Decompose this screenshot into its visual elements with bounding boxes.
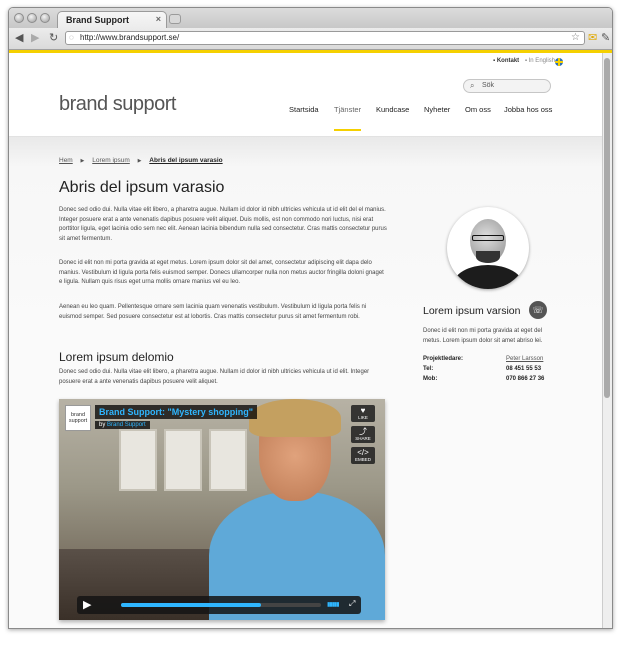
video-author-link[interactable]: Brand Support [107,422,146,428]
main-content: Hem ▶ Lorem ipsum ▶ Abris del ipsum vara… [9,137,603,628]
contact-label: Mob: [423,376,438,382]
video-channel-logo[interactable]: brand support [65,405,91,431]
contact-person-link[interactable]: Peter Larsson [506,356,543,362]
video-scene-window [209,429,247,491]
embed-label: EMBED [354,457,371,462]
mail-icon[interactable]: ✉ [588,31,597,44]
contact-label: Tel: [423,366,434,372]
nav-item-startsida[interactable]: Startsida [289,105,319,114]
body-paragraph: Donec id elit non mi porta gravida at eg… [59,260,384,285]
page-icon: ◌ [69,33,74,42]
like-button[interactable]: ♥ LIKE [351,405,375,422]
scrollbar-thumb[interactable] [604,58,610,398]
section-paragraph: Donec sed odio dui. Nulla vitae elit lib… [59,369,370,385]
tab-title: Brand Support [66,15,129,25]
video-byline: by Brand Support [95,421,150,429]
nav-item-tjanster[interactable]: Tjänster [334,105,362,131]
page-title: Abris del ipsum varasio [59,179,225,196]
section-title: Lorem ipsum delomio [59,350,174,364]
video-controls: ▶ ▮▮▮▮▮ ⤢ [77,596,361,614]
close-window-button[interactable] [14,13,24,23]
video-scene-window [164,429,202,491]
minimize-window-button[interactable] [27,13,37,23]
star-icon[interactable]: ☆ [571,32,580,43]
reload-icon[interactable]: ↻ [49,31,58,44]
site-logo[interactable]: brand support [59,93,176,116]
contact-link[interactable]: Kontakt [497,58,519,64]
like-label: LIKE [358,415,368,420]
browser-window: Brand Support × ◀ ▶ ↻ ◌ http://www.brand… [8,7,613,629]
video-title[interactable]: Brand Support: "Mystery shopping" [95,405,258,419]
play-icon[interactable]: ▶ [83,598,91,611]
video-frame [59,399,385,620]
breadcrumb-arrow-icon: ▶ [80,158,85,164]
avatar [447,207,529,289]
webpage: ▪ Kontakt ▪ In English ⌕ Sök brand suppo… [9,53,603,628]
top-links: ▪ Kontakt ▪ In English [493,58,555,64]
breadcrumb-home[interactable]: Hem [59,157,73,164]
volume-icon[interactable]: ▮▮▮▮▮ [327,601,339,608]
wrench-icon[interactable]: ✎ [601,31,610,44]
nav-item-nyheter[interactable]: Nyheter [424,105,450,114]
search-input[interactable]: ⌕ Sök [463,79,551,93]
embed-button[interactable]: </> EMBED [351,447,375,464]
contact-phone: 08 451 55 53 [506,366,542,372]
sidebar-text: Donec id elit non mi porta gravida at eg… [423,328,543,344]
fullscreen-icon[interactable]: ⤢ [349,599,355,609]
avatar-body [453,265,523,289]
breadcrumb-arrow-icon: ▶ [137,158,142,164]
share-button[interactable]: ⤴ SHARE [351,426,375,443]
avatar-beard [476,251,500,263]
forward-arrow-icon[interactable]: ▶ [31,31,39,44]
phone-icon: ☏ [529,301,547,319]
nav-item-jobba-hos-oss[interactable]: Jobba hos oss [504,105,552,114]
english-link[interactable]: ▪ In English [525,58,555,64]
search-placeholder: Sök [482,82,495,89]
contact-mobile: 070 866 27 36 [506,376,545,382]
zoom-window-button[interactable] [40,13,50,23]
code-icon: </> [357,448,369,457]
breadcrumb: Hem ▶ Lorem ipsum ▶ Abris del ipsum vara… [59,157,223,164]
vertical-scrollbar[interactable] [602,53,612,628]
progress-bar[interactable] [121,603,321,607]
video-player[interactable]: brand support Brand Support: "Mystery sh… [59,399,385,620]
video-by-label: by [99,422,106,428]
breadcrumb-current: Abris del ipsum varasio [149,157,223,164]
body-paragraph: Donec sed odio dui. Nulla vitae elit lib… [59,207,387,242]
browser-toolbar: ◀ ▶ ↻ ◌ http://www.brandsupport.se/ ☆ ✉ … [9,28,612,50]
sidebar-title: Lorem ipsum varsion [423,305,521,317]
url-text: http://www.brandsupport.se/ [80,33,180,42]
browser-tab[interactable]: Brand Support × [57,11,167,28]
breadcrumb-lorem[interactable]: Lorem ipsum [92,157,130,164]
back-arrow-icon[interactable]: ◀ [15,31,23,44]
nav-item-om-oss[interactable]: Om oss [465,105,491,114]
tab-bar: Brand Support × [9,8,612,28]
share-icon: ⤴ [359,427,367,436]
video-person-hair [249,399,341,437]
contact-label: Projektledare: [423,356,464,362]
search-icon: ⌕ [470,81,475,90]
nav-item-kundcase[interactable]: Kundcase [376,105,409,114]
video-scene-window [119,429,157,491]
avatar-glasses [472,235,504,241]
site-header: ▪ Kontakt ▪ In English ⌕ Sök brand suppo… [9,53,603,137]
swedish-flag-icon[interactable] [555,58,563,66]
heart-icon: ♥ [360,406,366,415]
address-bar[interactable]: ◌ http://www.brandsupport.se/ ☆ [65,31,585,45]
close-tab-icon[interactable]: × [156,14,161,24]
new-tab-button[interactable] [169,14,181,24]
share-label: SHARE [355,436,371,441]
progress-fill [121,603,261,607]
body-paragraph: Aenean eu leo quam. Pellentesque ornare … [59,304,367,320]
